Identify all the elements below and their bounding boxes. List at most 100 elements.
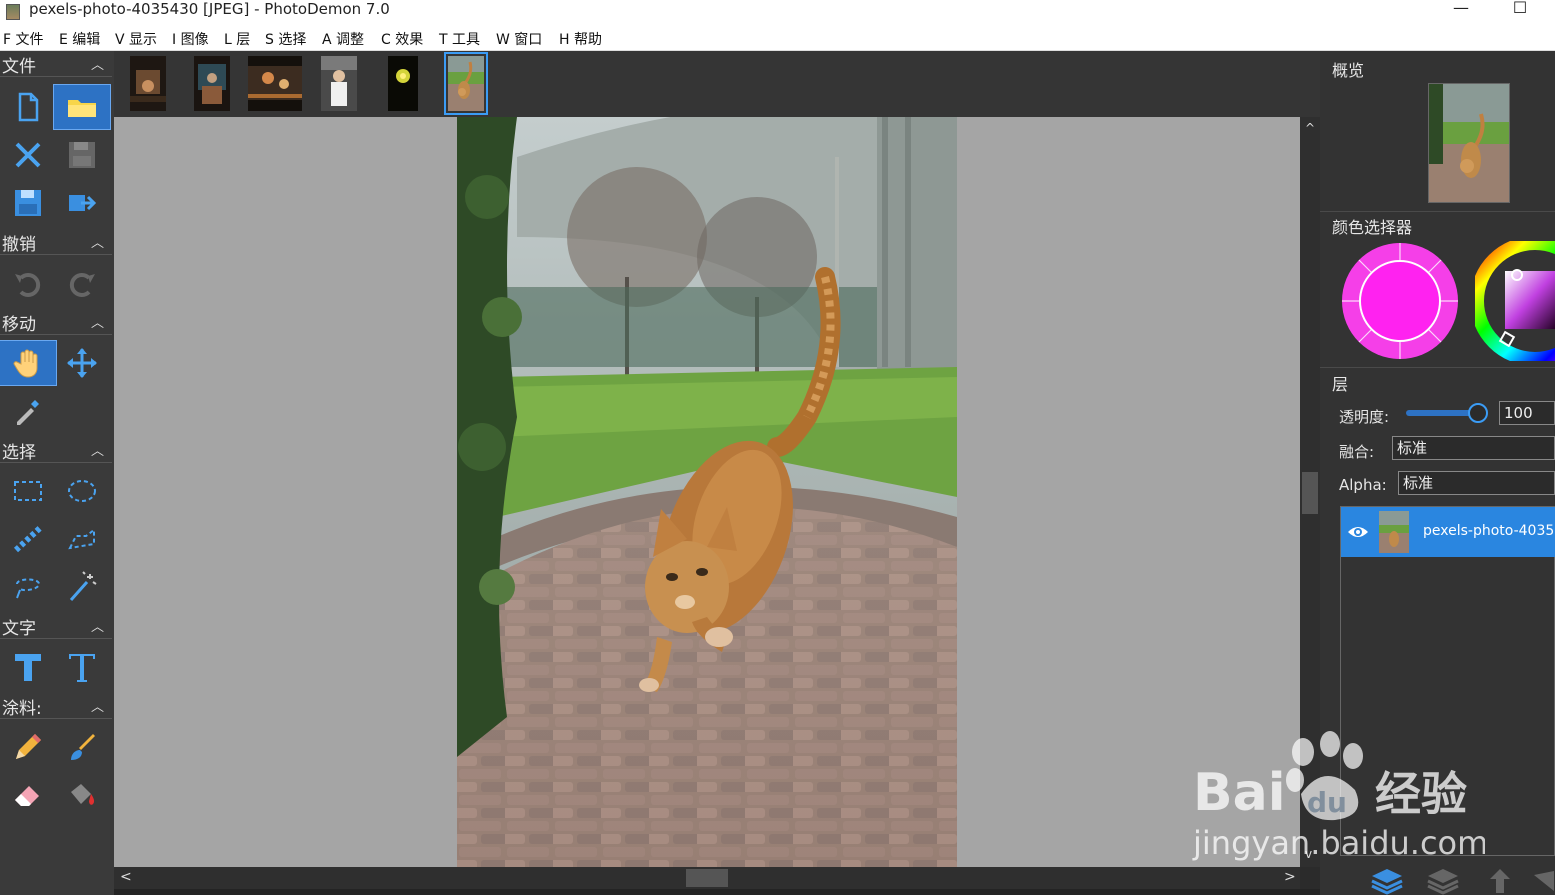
horizontal-scroll-thumb[interactable] [686,869,728,887]
add-layer-icon[interactable] [1370,867,1404,895]
menu-layer[interactable]: L 层 [224,29,250,49]
undo-button[interactable] [0,261,56,305]
save-icon [69,142,95,168]
image-tab-thumbnail[interactable] [388,56,418,111]
primary-color-wheel[interactable] [1340,241,1460,361]
menu-view[interactable]: V 显示 [115,29,157,49]
open-image-button[interactable] [53,84,111,130]
vertical-scrollbar[interactable]: ^ v [1300,117,1320,867]
move-layer-up-icon[interactable] [1486,867,1514,895]
eraser-icon [15,786,39,806]
scroll-down-arrow-icon[interactable]: v [1305,847,1312,861]
menu-adjust[interactable]: A 调整 [322,29,364,49]
cat-photo[interactable] [457,117,957,867]
opacity-label: 透明度: [1339,408,1390,426]
opacity-slider-knob[interactable] [1468,403,1488,423]
export-button[interactable] [54,181,110,225]
menu-select[interactable]: S 选择 [265,29,306,49]
horizontal-scrollbar[interactable]: < > [114,867,1300,889]
ellipse-select-button[interactable] [54,469,110,513]
blend-mode-dropdown[interactable]: 标准 [1392,436,1555,460]
redo-button[interactable] [54,261,110,305]
text-bold-icon [15,654,41,681]
polygon-select-button[interactable] [54,517,110,561]
polygon-select-icon [68,528,95,550]
chevron-down-icon: ︿ [90,620,104,635]
minimize-button[interactable]: — [1438,0,1484,22]
section-paint[interactable]: 涂料: ︿ [0,693,112,719]
ellipse-select-icon [68,480,96,502]
layer-row-selected[interactable]: pexels-photo-4035 [1341,507,1555,557]
blend-mode-label: 融合: [1339,443,1375,461]
image-tab-thumbnail[interactable] [194,56,230,111]
move-tool-button[interactable] [54,341,110,385]
image-tab-thumbnail[interactable] [321,56,357,111]
status-bar [114,889,1320,895]
window-title: pexels-photo-4035430 [JPEG] - PhotoDemon… [29,0,390,18]
line-select-icon [13,525,43,553]
menu-help[interactable]: H 帮助 [559,29,602,49]
navigator-thumbnail[interactable] [1428,83,1510,203]
section-text[interactable]: 文字 ︿ [0,613,112,639]
save-as-icon [15,190,41,216]
magic-wand-button[interactable] [54,565,110,609]
image-tab-thumbnail-active[interactable] [444,52,488,115]
new-image-button[interactable] [0,85,56,129]
image-tabs-strip [114,51,1320,117]
save-as-button[interactable] [0,181,56,225]
eyedropper-icon [17,400,39,425]
layers-title: 层 [1332,375,1349,394]
pencil-tool-button[interactable] [0,725,56,769]
save-button[interactable] [54,133,110,177]
alpha-mode-dropdown[interactable]: 标准 [1398,471,1555,495]
move-layer-down-icon[interactable] [1532,867,1555,895]
pencil-icon [16,734,41,759]
section-file[interactable]: 文件 ︿ [0,51,112,77]
lasso-select-button[interactable] [0,565,56,609]
scroll-right-arrow-icon[interactable]: > [1284,869,1296,885]
tools-toolbar: 文件 ︿ 撤销 ︿ 移动 ︿ 选择 ︿ 文字 ︿ 涂料: ︿ [0,51,114,895]
rect-select-button[interactable] [0,469,56,513]
hand-tool-button[interactable] [0,340,57,386]
color-picker-title: 颜色选择器 [1332,218,1413,237]
chevron-down-icon: ︿ [90,700,104,715]
chevron-down-icon: ︿ [90,58,104,73]
image-tab-thumbnail[interactable] [130,56,166,111]
fill-bucket-icon [71,784,95,805]
section-move[interactable]: 移动 ︿ [0,309,112,335]
close-image-button[interactable] [0,133,56,177]
eraser-tool-button[interactable] [0,773,56,817]
export-icon [69,195,97,211]
image-canvas[interactable] [114,117,1300,867]
menu-image[interactable]: I 图像 [172,29,209,49]
layer-list[interactable]: pexels-photo-4035 [1340,506,1555,856]
section-select[interactable]: 选择 ︿ [0,437,112,463]
fill-tool-button[interactable] [54,773,110,817]
section-undo[interactable]: 撤销 ︿ [0,229,112,255]
move-arrows-icon [67,348,97,378]
menu-file[interactable]: F 文件 [3,29,44,49]
typography-tool-button[interactable] [54,645,110,689]
menu-effects[interactable]: C 效果 [381,29,423,49]
layers-stack-icon[interactable] [1426,867,1460,895]
eye-visibility-icon[interactable] [1347,523,1369,541]
image-tab-thumbnail[interactable] [248,56,302,111]
menu-window[interactable]: W 窗口 [496,29,542,49]
redo-icon [69,273,95,297]
opacity-value-field[interactable]: 100 [1499,401,1555,425]
scroll-up-arrow-icon[interactable]: ^ [1305,121,1315,135]
layer-actions-bar [1360,863,1555,895]
scroll-left-arrow-icon[interactable]: < [120,869,132,885]
menu-bar: F 文件 E 编辑 V 显示 I 图像 L 层 S 选择 A 调整 C 效果 T… [0,26,1555,51]
menu-tools[interactable]: T 工具 [439,29,480,49]
color-picker-tool-button[interactable] [0,389,56,433]
vertical-scroll-thumb[interactable] [1302,472,1318,514]
panel-divider [1320,367,1555,368]
brush-tool-button[interactable] [54,725,110,769]
alpha-mode-label: Alpha: [1339,476,1387,494]
hue-color-wheel[interactable] [1475,241,1555,361]
line-select-button[interactable] [0,517,56,561]
menu-edit[interactable]: E 编辑 [59,29,100,49]
maximize-button[interactable]: ☐ [1497,0,1543,22]
text-tool-button[interactable] [0,645,56,689]
